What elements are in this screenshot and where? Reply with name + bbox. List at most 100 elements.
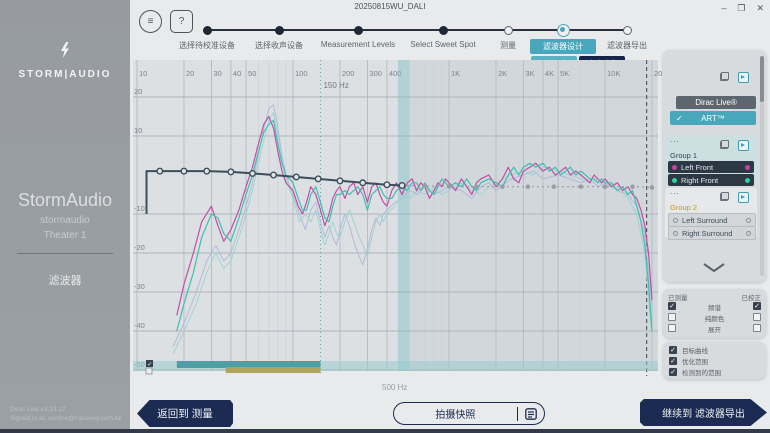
check-icon: ✓: [676, 114, 683, 123]
display-option-row: 纯颜色: [663, 313, 766, 323]
freq-tick-label: 300: [369, 69, 382, 78]
band-lock-check: ✓: [147, 362, 152, 368]
target-extension-point[interactable]: [526, 184, 531, 189]
close-button[interactable]: ✕: [754, 2, 766, 15]
frequency-response-chart[interactable]: 10203040501002003004001K2K3K4K5K10K20K20…: [130, 60, 662, 400]
target-extension-point[interactable]: [423, 184, 428, 189]
display-option-label: 展开: [663, 324, 766, 334]
help-button[interactable]: ?: [170, 10, 193, 33]
target-control-point[interactable]: [250, 171, 256, 177]
target-extension-point[interactable]: [630, 184, 635, 189]
group-more-button[interactable]: ...: [670, 138, 680, 142]
freq-tick-label: 40: [233, 69, 241, 78]
channel-chip-left-front[interactable]: Left Front: [668, 161, 754, 173]
target-extension-point[interactable]: [579, 184, 584, 189]
db-tick-label: -20: [134, 243, 145, 252]
snapshot-button-label: 拍摄快照: [394, 406, 517, 421]
freq-tick-label: 2K: [498, 69, 507, 78]
toggle-label: 检测到的范围: [682, 367, 721, 377]
toggle-label: 目标曲线: [682, 345, 708, 355]
channel-panel: Dirac Live® ✓ ART™ ...Group 1Left FrontR…: [663, 50, 766, 282]
panel-scrollbar[interactable]: [760, 56, 764, 276]
step-dot-4[interactable]: [439, 26, 448, 35]
dirac-live-label: Dirac Live®: [695, 98, 736, 107]
menu-button[interactable]: ≡: [139, 10, 162, 33]
target-control-point[interactable]: [360, 180, 366, 186]
target-extension-point[interactable]: [447, 184, 452, 189]
minimize-button[interactable]: –: [719, 2, 728, 15]
take-snapshot-button[interactable]: 拍摄快照: [393, 402, 545, 425]
corrected-checkbox[interactable]: ✓: [753, 302, 761, 310]
channel-chip-right-surround[interactable]: Right Surround: [668, 226, 756, 240]
bass-band-teal[interactable]: [177, 361, 321, 368]
crossover-frequency-label: 150 Hz: [323, 81, 348, 90]
toggle-label: 优化范围: [682, 356, 708, 366]
target-control-point[interactable]: [204, 168, 210, 174]
channel-label: Left Front: [681, 163, 713, 172]
target-control-point[interactable]: [337, 178, 343, 184]
target-control-point[interactable]: [399, 183, 405, 189]
step-dot-5[interactable]: [504, 26, 513, 35]
channel-color-dot: [746, 218, 751, 223]
target-extension-point[interactable]: [500, 184, 505, 189]
target-extension-point[interactable]: [650, 185, 655, 190]
band-frequency-label: 500 Hz: [382, 383, 407, 392]
chart-svg: 10203040501002003004001K2K3K4K5K10K20K20…: [130, 60, 662, 400]
brand-name: STORM|AUDIO: [19, 69, 112, 80]
dirac-live-chip[interactable]: Dirac Live®: [676, 96, 756, 109]
toggle-checkbox[interactable]: ✓: [669, 368, 677, 376]
scrollbar-thumb[interactable]: [760, 56, 764, 102]
freq-tick-label: 100: [295, 69, 308, 78]
channel-chip-right-front[interactable]: Right Front: [668, 174, 754, 186]
product-info: StormAudio stormaudio Theater 1: [0, 190, 130, 241]
export-target-icon[interactable]: [738, 72, 749, 83]
target-extension-point[interactable]: [603, 184, 608, 189]
duplicate-icon[interactable]: [720, 140, 729, 149]
display-option-row: 展开: [663, 324, 766, 334]
duplicate-icon[interactable]: [720, 72, 729, 81]
art-label: ART™: [701, 114, 725, 123]
export-target-icon[interactable]: [738, 192, 749, 203]
snapshot-list-icon[interactable]: [518, 408, 544, 420]
chevron-down-icon[interactable]: [701, 262, 727, 273]
target-control-point[interactable]: [384, 182, 390, 188]
target-control-point[interactable]: [271, 172, 277, 178]
channel-chip-left-surround[interactable]: Left Surround: [668, 213, 756, 227]
db-tick-label: 20: [134, 87, 142, 96]
display-options-panel: 已测量 已校正 ✓频谱✓纯颜色展开: [663, 289, 766, 338]
target-control-point[interactable]: [315, 176, 321, 182]
step-dot-3[interactable]: [354, 26, 363, 35]
step-dot-7[interactable]: [623, 26, 632, 35]
window-title: 20250815WU_DALI: [300, 2, 480, 11]
step-dot-2[interactable]: [275, 26, 284, 35]
target-extension-point[interactable]: [552, 184, 557, 189]
step-dot-1[interactable]: [203, 26, 212, 35]
freq-tick-label: 3K: [525, 69, 534, 78]
bass-band-olive[interactable]: [226, 367, 321, 373]
toggle-checkbox[interactable]: ✓: [669, 346, 677, 354]
maximize-button[interactable]: ❐: [735, 2, 747, 15]
target-control-point[interactable]: [228, 169, 234, 175]
target-control-point[interactable]: [181, 168, 187, 174]
group-more-button[interactable]: ...: [670, 190, 680, 194]
target-control-point[interactable]: [157, 168, 163, 174]
step-dot-6[interactable]: [557, 24, 570, 37]
target-extension-point[interactable]: [474, 184, 479, 189]
toggle-checkbox[interactable]: ✓: [669, 357, 677, 365]
freq-tick-label: 20: [186, 69, 194, 78]
band-handle-box[interactable]: [146, 368, 152, 374]
freq-tick-label: 4K: [545, 69, 554, 78]
back-to-measure-button[interactable]: 返回到 测量: [137, 400, 233, 427]
signed-in-text: Signed in as service@hanseey.com.tw: [10, 414, 121, 424]
group-section-2: ...Group 2Left SurroundRight Surround: [665, 188, 757, 238]
db-tick-label: -40: [134, 321, 145, 330]
export-target-icon[interactable]: [738, 140, 749, 151]
duplicate-icon[interactable]: [720, 192, 729, 201]
group-section-1: ...Group 1Left FrontRight Front: [665, 136, 757, 186]
art-chip[interactable]: ✓ ART™: [670, 111, 756, 125]
target-control-point[interactable]: [294, 174, 300, 180]
corrected-checkbox[interactable]: [753, 313, 761, 321]
db-tick-label: -10: [134, 204, 145, 213]
corrected-checkbox[interactable]: [753, 324, 761, 332]
proceed-to-filter-export-button[interactable]: 继续到 滤波器导出: [640, 399, 767, 426]
